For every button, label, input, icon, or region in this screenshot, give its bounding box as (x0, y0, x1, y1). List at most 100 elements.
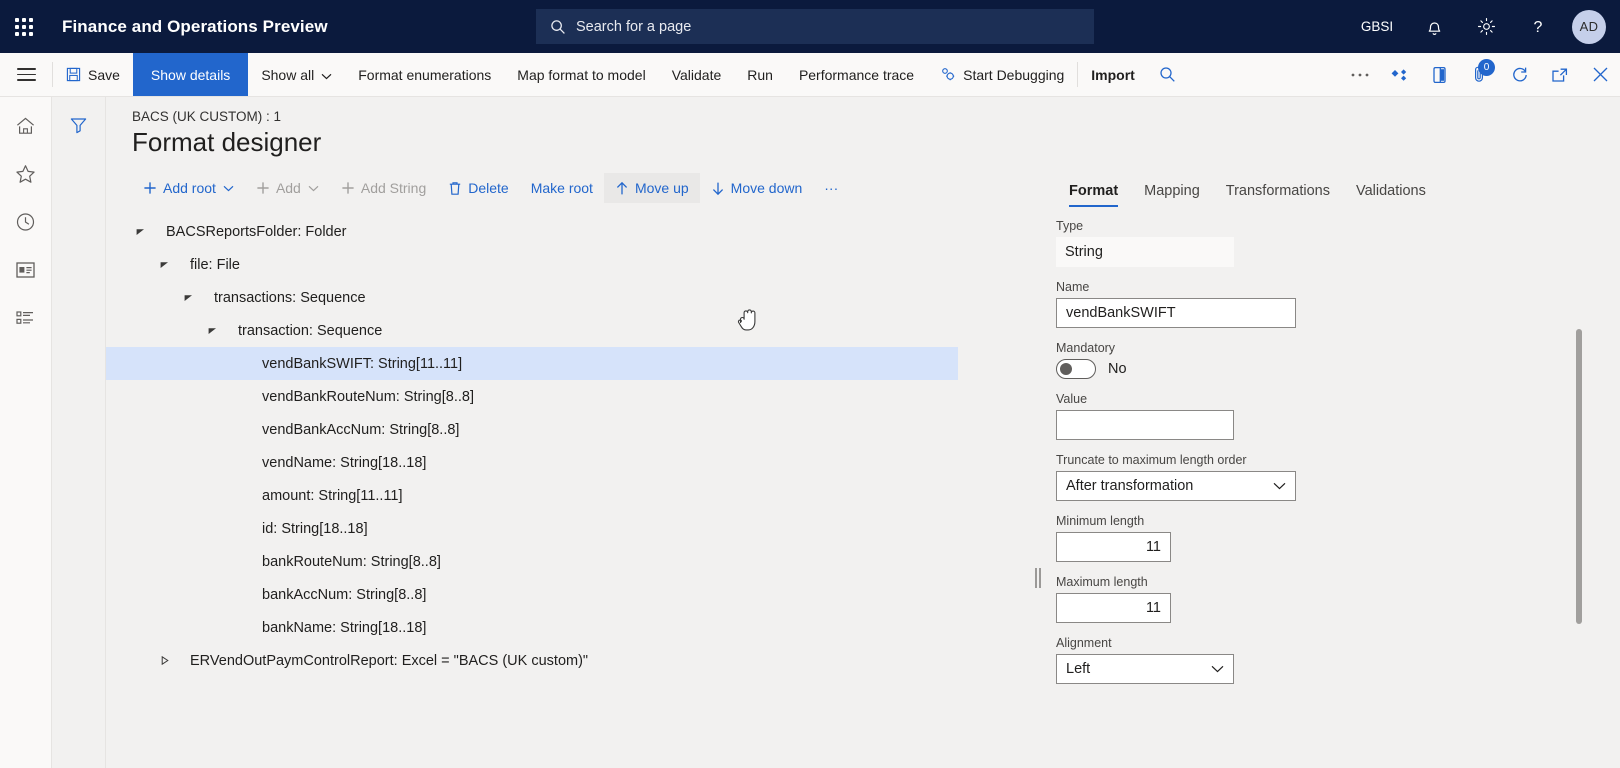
name-input[interactable]: vendBankSWIFT (1056, 298, 1296, 328)
max-length-input[interactable]: 11 (1056, 593, 1171, 623)
chevron-down-icon (1211, 661, 1224, 677)
min-length-input[interactable]: 11 (1056, 532, 1171, 562)
trash-icon (448, 181, 462, 196)
tree-node-label: BACSReportsFolder: Folder (166, 223, 347, 240)
truncate-select[interactable]: After transformation (1056, 471, 1296, 501)
open-in-new-window-icon[interactable] (1540, 53, 1580, 96)
action-delete[interactable]: Delete (437, 173, 519, 203)
show-details-button[interactable]: Show details (132, 53, 249, 96)
diamond-cluster-icon[interactable] (1380, 53, 1420, 96)
type-value: String (1056, 237, 1234, 267)
action-label: ··· (824, 180, 839, 196)
tree-node[interactable]: BACSReportsFolder: Folder (106, 215, 958, 248)
tree-node[interactable]: amount: String[11..11] (106, 479, 958, 512)
left-navigation-rail (0, 97, 52, 768)
app-launcher-icon[interactable] (0, 0, 48, 53)
app-title: Finance and Operations Preview (62, 16, 328, 36)
tree-expander-icon[interactable] (156, 260, 172, 269)
avatar[interactable]: AD (1572, 9, 1606, 44)
global-search-placeholder: Search for a page (576, 18, 692, 35)
tree-expander-icon[interactable] (204, 326, 220, 335)
refresh-icon[interactable] (1500, 53, 1540, 96)
type-label: Type (1056, 219, 1084, 233)
show-all-button[interactable]: Show all (248, 53, 345, 96)
hamburger-icon[interactable] (0, 53, 52, 96)
tree-expander-icon[interactable] (180, 293, 196, 302)
tree-node[interactable]: vendBankSWIFT: String[11..11] (106, 347, 958, 380)
tree-node[interactable]: vendName: String[18..18] (106, 446, 958, 479)
tab-format[interactable]: Format (1056, 183, 1131, 207)
tree-node[interactable]: bankName: String[18..18] (106, 611, 958, 644)
tree-expander-icon[interactable] (156, 656, 172, 665)
clock-icon[interactable] (7, 205, 45, 239)
attachments-count-badge: 0 (1478, 59, 1495, 76)
value-field-group: Value (1056, 392, 1574, 440)
tree-node[interactable]: ERVendOutPaymControlReport: Excel = "BAC… (106, 644, 958, 677)
tree-node-label: bankAccNum: String[8..8] (262, 586, 427, 603)
action-move-down[interactable]: Move down (700, 173, 814, 203)
search-icon[interactable] (1148, 53, 1188, 96)
tree-node[interactable]: bankRouteNum: String[8..8] (106, 545, 958, 578)
star-icon[interactable] (7, 157, 45, 191)
tab-validations[interactable]: Validations (1343, 183, 1439, 207)
alignment-value: Left (1066, 661, 1091, 677)
attachment-icon[interactable]: 0 (1460, 53, 1500, 96)
mandatory-toggle[interactable] (1056, 359, 1096, 379)
tree-node[interactable]: id: String[18..18] (106, 512, 958, 545)
action-label: Make root (530, 180, 593, 196)
format-fields: Type String Name vendBankSWIFT Mandatory… (1056, 219, 1574, 768)
workspace-icon[interactable] (7, 253, 45, 287)
tree-node[interactable]: transactions: Sequence (106, 281, 958, 314)
import-button[interactable]: Import (1078, 53, 1148, 96)
value-input[interactable] (1056, 410, 1234, 440)
close-x-icon[interactable] (1580, 53, 1620, 96)
action-add-root[interactable]: Add root (132, 173, 245, 203)
tab-mapping[interactable]: Mapping (1131, 183, 1213, 207)
tree-expander-icon[interactable] (132, 227, 148, 236)
action-make-root[interactable]: Make root (520, 173, 604, 203)
run-button[interactable]: Run (734, 53, 786, 96)
office-app-icon[interactable] (1420, 53, 1460, 96)
name-field-group: Name vendBankSWIFT (1056, 280, 1574, 328)
bell-icon[interactable] (1408, 0, 1460, 53)
action-move-up[interactable]: Move up (603, 173, 700, 203)
action-label: Add String (360, 180, 427, 196)
company-selector[interactable]: GBSI (1346, 0, 1408, 53)
home-icon[interactable] (7, 109, 45, 143)
panel-splitter-handle[interactable] (1035, 567, 1041, 589)
tree-node-label: amount: String[11..11] (262, 487, 403, 504)
debug-gear-icon (940, 67, 956, 82)
ellipsis-icon[interactable] (1340, 53, 1380, 96)
alignment-field-group: Alignment Left (1056, 636, 1574, 684)
tree-node[interactable]: vendBankAccNum: String[8..8] (106, 413, 958, 446)
format-enumerations-button[interactable]: Format enumerations (345, 53, 504, 96)
action-label: Delete (468, 180, 509, 196)
plus-icon (256, 181, 270, 195)
filter-rail (52, 97, 106, 768)
alignment-label: Alignment (1056, 636, 1112, 650)
action-[interactable]: ··· (813, 173, 849, 203)
gear-icon[interactable] (1460, 0, 1512, 53)
question-mark-icon[interactable]: ? (1512, 0, 1564, 53)
tree-node[interactable]: bankAccNum: String[8..8] (106, 578, 958, 611)
global-search-box[interactable]: Search for a page (536, 9, 1094, 44)
action-label: Add root (163, 180, 216, 196)
tree-node[interactable]: vendBankRouteNum: String[8..8] (106, 380, 958, 413)
tree-node[interactable]: transaction: Sequence (106, 314, 958, 347)
validate-button[interactable]: Validate (659, 53, 735, 96)
alignment-select[interactable]: Left (1056, 654, 1234, 684)
properties-scrollbar[interactable] (1576, 329, 1582, 624)
performance-trace-button[interactable]: Performance trace (786, 53, 927, 96)
top-navigation-bar: Finance and Operations Preview Search fo… (0, 0, 1620, 53)
save-button[interactable]: Save (53, 53, 133, 96)
truncate-field-group: Truncate to maximum length order After t… (1056, 453, 1574, 501)
arrow-down-icon (711, 181, 725, 196)
modules-list-icon[interactable] (7, 301, 45, 335)
map-format-to-model-button[interactable]: Map format to model (504, 53, 658, 96)
tab-transformations[interactable]: Transformations (1213, 183, 1343, 207)
filter-funnel-icon[interactable] (61, 109, 97, 141)
mandatory-toggle-row: No (1056, 359, 1574, 379)
start-debugging-button[interactable]: Start Debugging (927, 53, 1077, 96)
tree-node[interactable]: file: File (106, 248, 958, 281)
plus-icon (341, 181, 355, 195)
